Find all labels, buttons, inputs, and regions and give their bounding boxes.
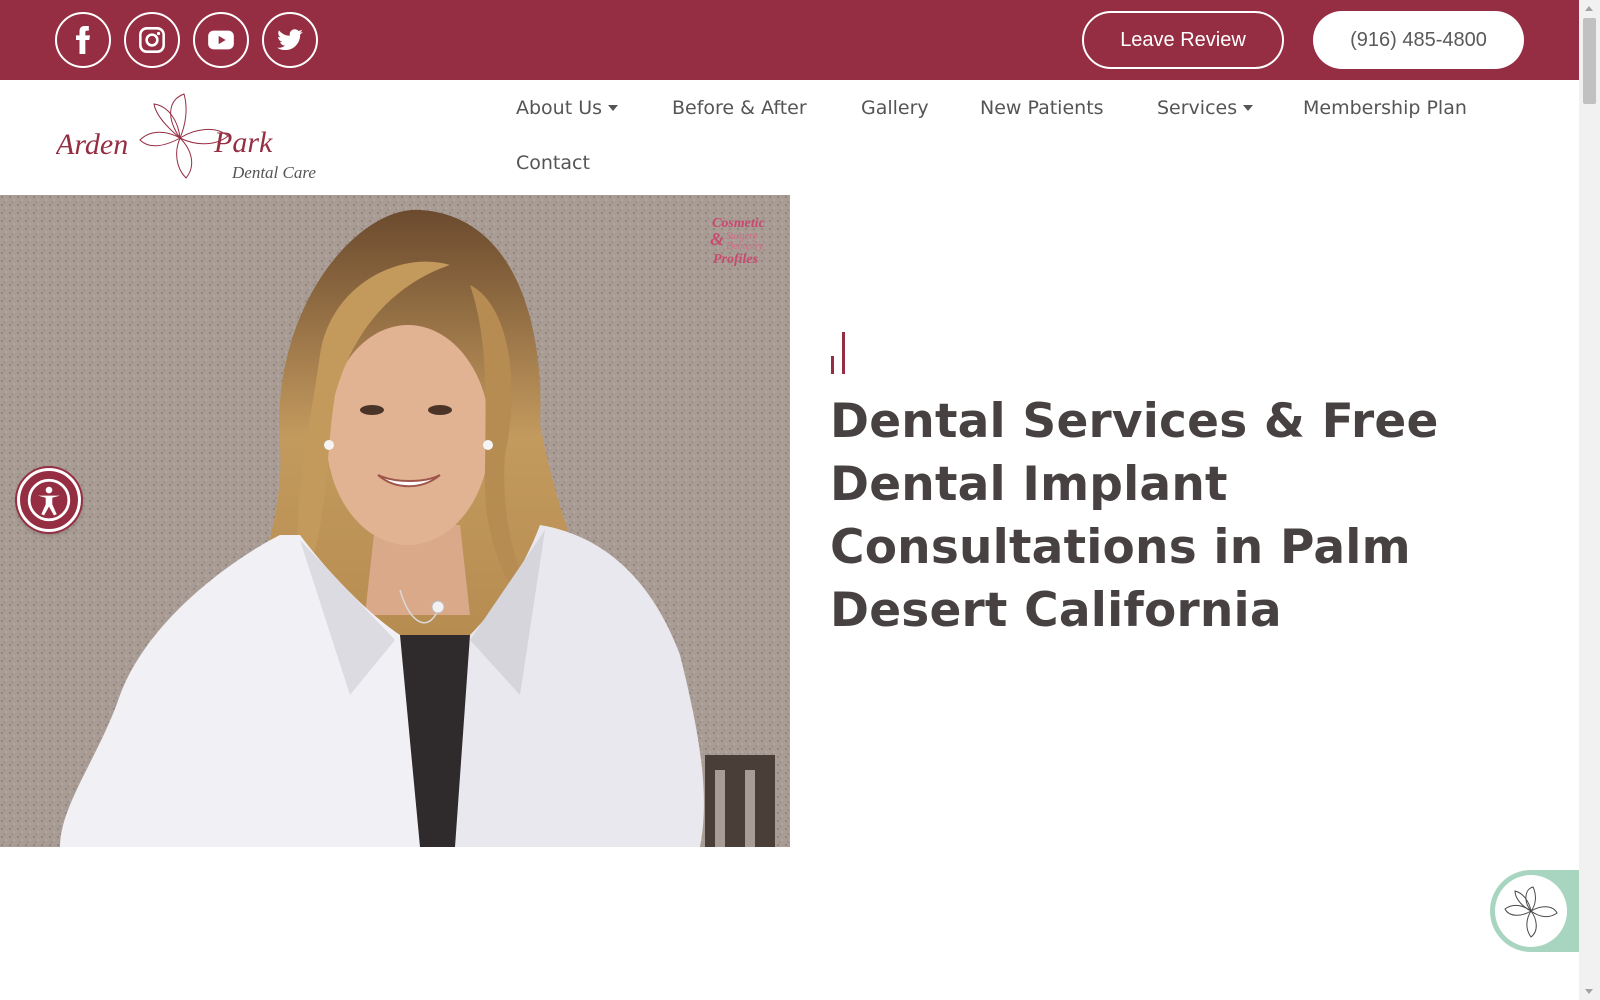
- accessibility-icon: [27, 478, 71, 522]
- youtube-icon[interactable]: [193, 12, 249, 68]
- top-bar: Leave Review (916) 485-4800: [0, 0, 1579, 80]
- magazine-badge: Cosmetic & Surgery Dentistry Profiles: [710, 216, 766, 267]
- nav-before-after-label: Before & After: [672, 97, 807, 119]
- nav-new-patients-label: New Patients: [980, 97, 1104, 119]
- nav-membership-plan[interactable]: Membership Plan: [1303, 97, 1467, 119]
- phone-button[interactable]: (916) 485-4800: [1313, 11, 1524, 69]
- svg-text:Arden: Arden: [56, 128, 128, 161]
- nav-services[interactable]: Services: [1157, 97, 1254, 119]
- nav-about-us[interactable]: About Us: [516, 97, 619, 119]
- nav-before-after[interactable]: Before & After: [672, 97, 807, 119]
- chat-widget[interactable]: [1490, 870, 1579, 952]
- accent-bars-icon: [831, 332, 845, 374]
- instagram-icon[interactable]: [124, 12, 180, 68]
- caret-down-icon: [1243, 105, 1254, 111]
- scroll-down-icon[interactable]: [1585, 989, 1593, 994]
- nav-gallery-label: Gallery: [861, 97, 929, 119]
- nav-membership-plan-label: Membership Plan: [1303, 97, 1467, 119]
- nav-new-patients[interactable]: New Patients: [980, 97, 1104, 119]
- nav-contact-label: Contact: [516, 152, 590, 174]
- nav-gallery[interactable]: Gallery: [861, 97, 929, 119]
- twitter-icon[interactable]: [262, 12, 318, 68]
- scrollbar-thumb[interactable]: [1583, 18, 1596, 104]
- leave-review-button[interactable]: Leave Review: [1082, 11, 1284, 69]
- svg-text:&: &: [710, 229, 724, 249]
- logo[interactable]: Arden Park Dental Care: [54, 88, 318, 188]
- hero-photo: Cosmetic & Surgery Dentistry Profiles: [0, 195, 790, 847]
- chat-widget-icon: [1495, 875, 1567, 947]
- page-scrollbar[interactable]: [1579, 0, 1600, 1000]
- caret-down-icon: [608, 105, 619, 111]
- svg-text:Dentistry: Dentistry: [725, 241, 764, 252]
- svg-text:Profiles: Profiles: [713, 252, 759, 267]
- facebook-icon[interactable]: [55, 12, 111, 68]
- hero-title: Dental Services & Free Dental Implant Co…: [830, 394, 1439, 638]
- svg-text:Dental Care: Dental Care: [231, 163, 316, 182]
- nav-about-us-label: About Us: [516, 97, 603, 119]
- nav-services-label: Services: [1157, 97, 1238, 119]
- nav-contact[interactable]: Contact: [516, 152, 590, 174]
- svg-text:Park: Park: [213, 126, 273, 159]
- scroll-up-icon[interactable]: [1585, 6, 1593, 11]
- accessibility-button[interactable]: [17, 468, 81, 532]
